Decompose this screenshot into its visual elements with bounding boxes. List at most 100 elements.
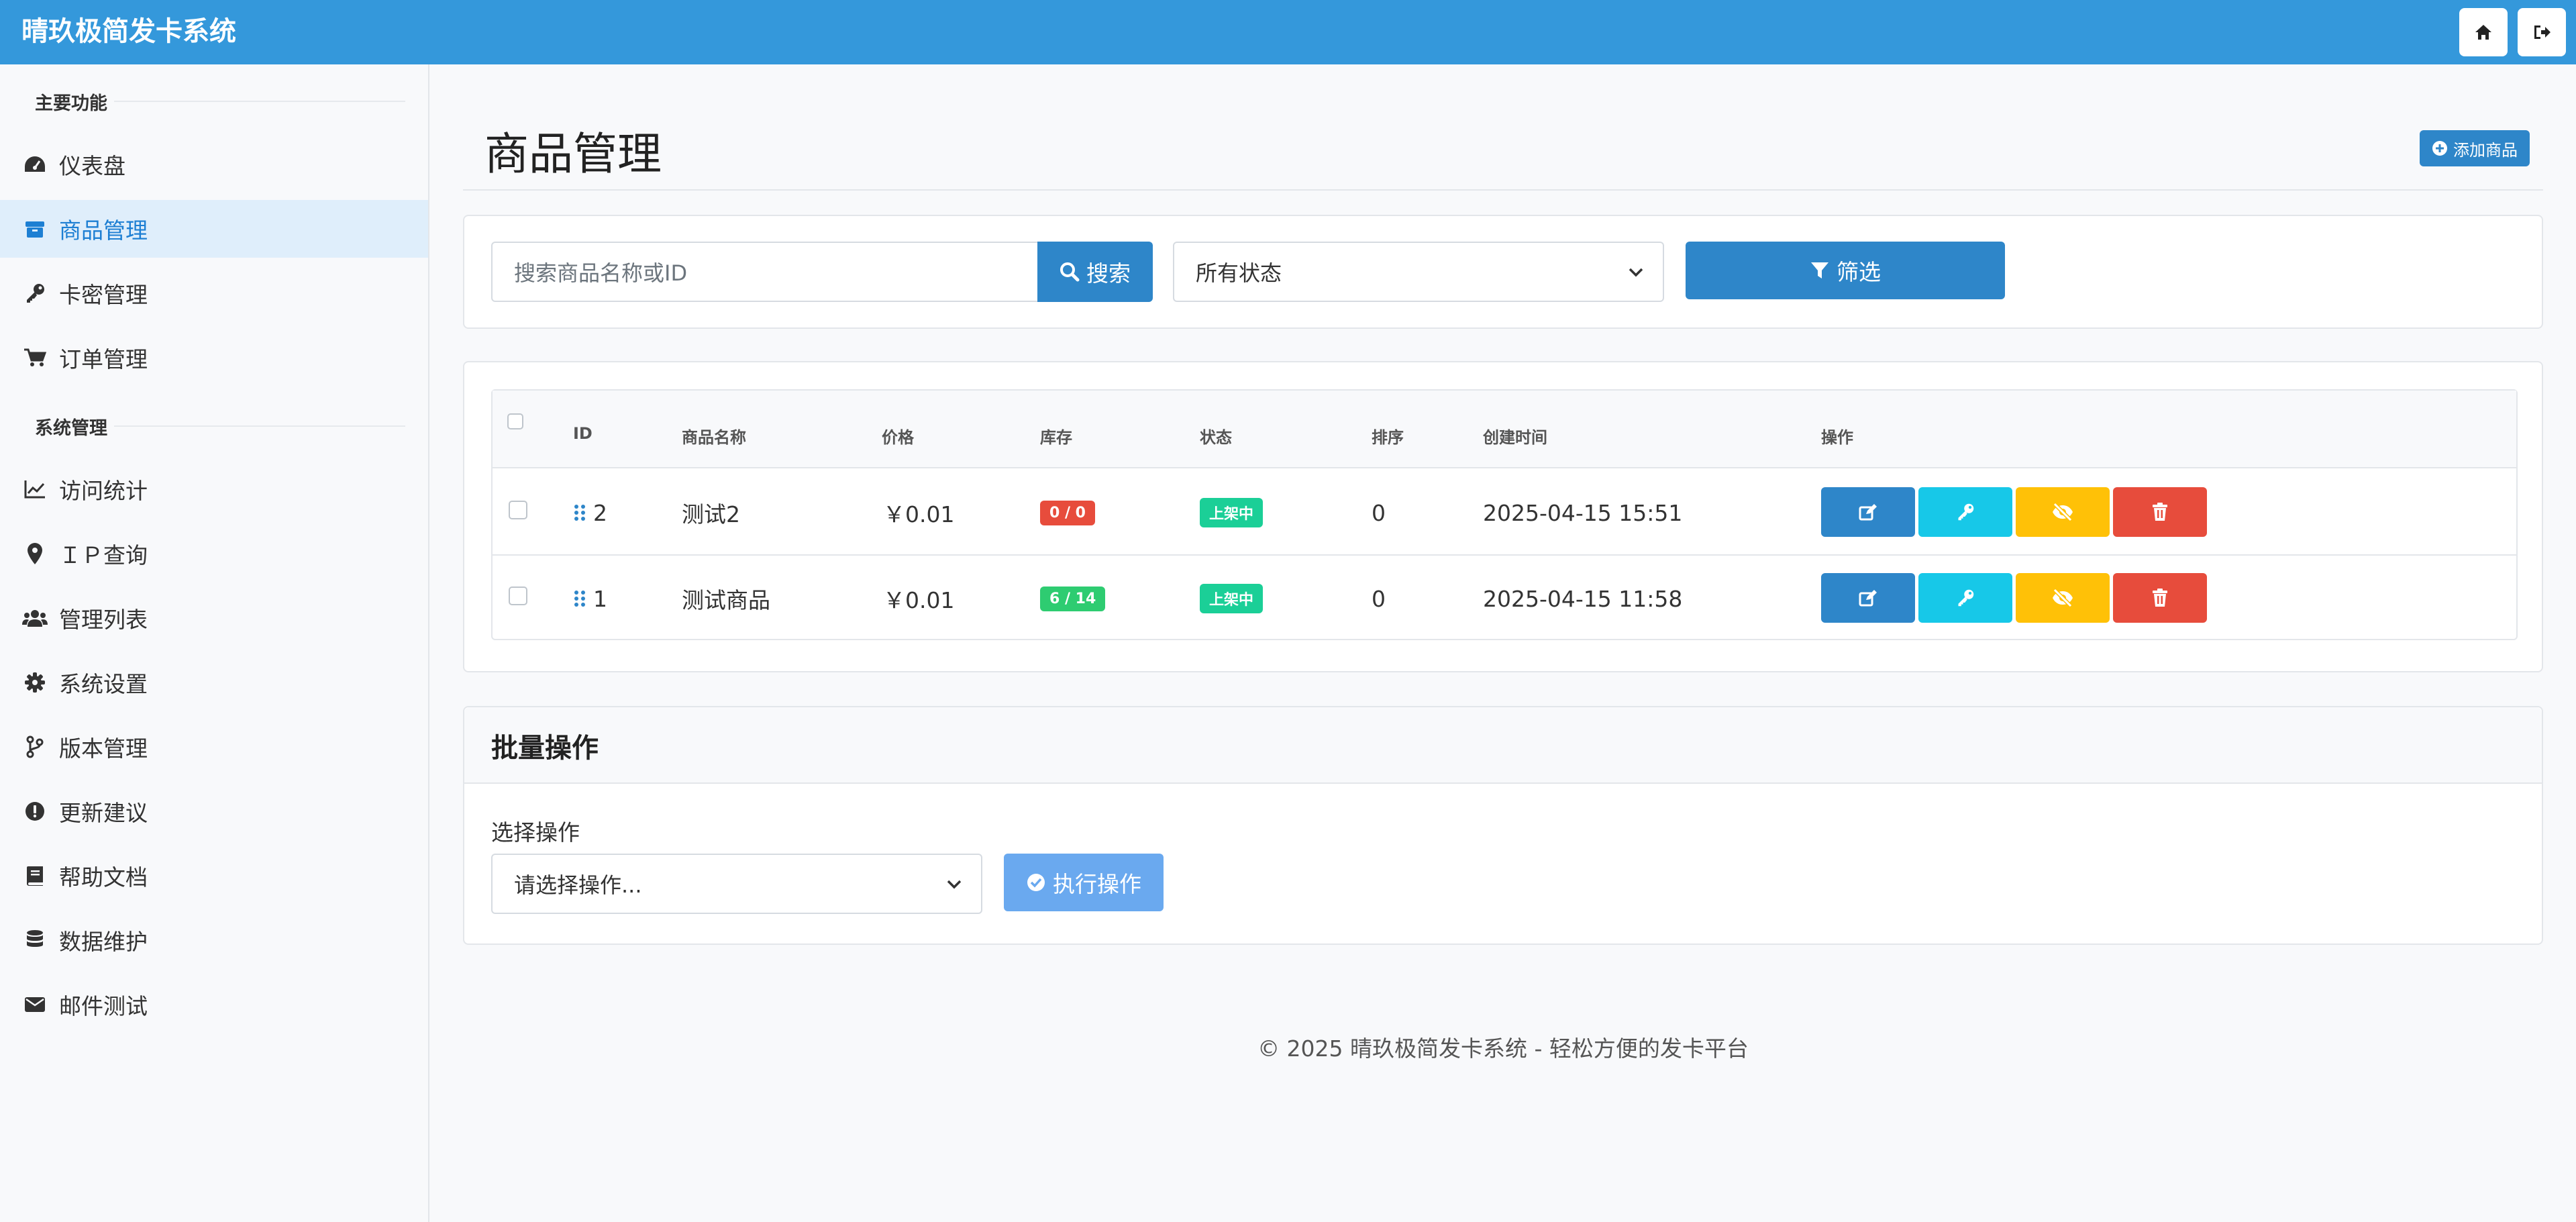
sidebar-item-label: 访问统计	[59, 478, 148, 504]
trash-icon	[2153, 503, 2167, 521]
app-title[interactable]: 晴玖极简发卡系统	[21, 15, 236, 48]
eye-slash-icon	[2053, 589, 2073, 607]
edit-icon	[1859, 504, 1877, 521]
logout-button[interactable]	[2518, 8, 2566, 56]
bulk-action-select-value: 请选择操作...	[514, 872, 642, 898]
edit-button[interactable]	[1821, 573, 1915, 623]
bulk-action-select[interactable]: 请选择操作...	[491, 854, 982, 914]
status-cell: 上架中	[1200, 470, 1264, 556]
edit-button[interactable]	[1821, 487, 1915, 537]
select-all-checkbox[interactable]	[507, 413, 523, 429]
column-header-created[interactable]: 创建时间	[1483, 424, 1547, 448]
sidebar-item-system-settings[interactable]: 系统设置	[0, 654, 428, 711]
sidebar-item-label: 系统设置	[59, 671, 148, 697]
search-input[interactable]: 搜索商品名称或ID	[491, 242, 1039, 302]
sidebar-item-products[interactable]: 商品管理	[0, 200, 428, 258]
divider	[464, 782, 2542, 784]
sidebar-item-orders[interactable]: 订单管理	[0, 329, 428, 387]
toggle-visibility-button[interactable]	[2016, 487, 2110, 537]
delete-button[interactable]	[2113, 487, 2207, 537]
row-checkbox[interactable]	[509, 501, 527, 519]
products-table: ID 商品名称 价格 库存 状态 排序 创建时间 操作 2 测试2 ￥0.01	[491, 389, 2518, 640]
table-row: 1 测试商品 ￥0.01 6 / 14 上架中 0 2025-04-15 11:…	[493, 556, 2516, 642]
sidebar-item-visit-stats[interactable]: 访问统计	[0, 460, 428, 518]
execute-button[interactable]: 执行操作	[1004, 854, 1164, 911]
sidebar-item-label: 邮件测试	[59, 993, 148, 1019]
column-header-actions: 操作	[1821, 428, 1853, 447]
sidebar-section-title: 主要功能	[35, 93, 107, 114]
sidebar-item-card-keys[interactable]: 卡密管理	[0, 264, 428, 322]
sidebar-item-suggestions[interactable]: 更新建议	[0, 782, 428, 840]
sort-value: 0	[1372, 585, 1386, 612]
sidebar-item-data-maintenance[interactable]: 数据维护	[0, 911, 428, 969]
key-manage-button[interactable]	[1918, 487, 2012, 537]
id-cell: 1	[573, 556, 607, 642]
search-placeholder: 搜索商品名称或ID	[514, 260, 688, 286]
search-button[interactable]: 搜索	[1037, 242, 1153, 302]
sidebar-item-label: 商品管理	[59, 217, 148, 244]
sidebar-item-admin-list[interactable]: 管理列表	[0, 589, 428, 647]
column-header-id[interactable]: ID	[573, 424, 593, 443]
edit-icon	[1859, 590, 1877, 607]
check-circle-icon	[1027, 874, 1045, 891]
sidebar-item-label: 更新建议	[59, 800, 148, 826]
column-header-stock[interactable]: 库存	[1040, 424, 1072, 448]
column-header-name[interactable]: 商品名称	[682, 424, 746, 448]
stock-cell: 0 / 0	[1040, 470, 1095, 556]
bulk-action-label: 选择操作	[491, 819, 580, 846]
toggle-visibility-button[interactable]	[2016, 573, 2110, 623]
column-header-price[interactable]: 价格	[882, 424, 914, 448]
product-name: 测试商品	[682, 587, 770, 613]
drag-handle-icon[interactable]	[573, 589, 586, 608]
chart-line-icon	[21, 476, 48, 503]
sidebar-item-label: ＩＰ查询	[59, 542, 148, 568]
product-name: 测试2	[682, 501, 740, 527]
search-card: 搜索商品名称或ID 搜索 所有状态 筛选	[463, 215, 2543, 329]
product-price: ￥0.01	[883, 587, 955, 613]
sidebar-item-dashboard[interactable]: 仪表盘	[0, 136, 428, 193]
map-pin-icon	[21, 540, 48, 567]
add-product-button[interactable]: 添加商品	[2420, 130, 2530, 166]
row-checkbox[interactable]	[509, 587, 527, 605]
status-badge: 上架中	[1200, 584, 1264, 613]
bulk-title: 批量操作	[491, 733, 599, 764]
key-icon	[21, 280, 48, 307]
filter-button-label: 筛选	[1837, 259, 1881, 285]
book-icon	[21, 862, 48, 889]
trash-icon	[2153, 589, 2167, 607]
column-header-status[interactable]: 状态	[1200, 424, 1232, 448]
execute-button-label: 执行操作	[1053, 871, 1141, 897]
page-title: 商品管理	[484, 128, 662, 180]
home-button[interactable]	[2459, 8, 2508, 56]
sidebar-item-label: 仪表盘	[59, 153, 125, 179]
key-manage-button[interactable]	[1918, 573, 2012, 623]
sidebar-item-help-docs[interactable]: 帮助文档	[0, 847, 428, 905]
sidebar-item-label: 订单管理	[59, 346, 148, 372]
sidebar-item-ip-lookup[interactable]: ＩＰ查询	[0, 525, 428, 582]
products-table-card: ID 商品名称 价格 库存 状态 排序 创建时间 操作 2 测试2 ￥0.01	[463, 361, 2543, 672]
home-icon	[2475, 25, 2491, 40]
id-cell: 2	[573, 470, 607, 556]
bulk-actions-card: 批量操作 选择操作 请选择操作... 执行操作	[463, 706, 2543, 945]
divider	[114, 101, 405, 102]
status-cell: 上架中	[1200, 556, 1264, 642]
footer-text: © 2025 晴玖极简发卡系统 - 轻松方便的发卡平台	[1257, 1035, 1749, 1062]
chevron-down-icon	[947, 880, 962, 889]
sidebar-item-label: 卡密管理	[59, 282, 148, 308]
sidebar-item-version[interactable]: 版本管理	[0, 718, 428, 776]
add-product-label: 添加商品	[2453, 140, 2518, 160]
drag-handle-icon[interactable]	[573, 503, 586, 522]
divider	[114, 425, 405, 427]
delete-button[interactable]	[2113, 573, 2207, 623]
table-header: ID 商品名称 价格 库存 状态 排序 创建时间 操作	[493, 391, 2516, 468]
database-icon	[21, 927, 48, 954]
status-filter-select[interactable]: 所有状态	[1173, 242, 1664, 302]
filter-button[interactable]: 筛选	[1686, 242, 2005, 299]
divider	[463, 189, 2543, 191]
sidebar-item-label: 版本管理	[59, 735, 148, 762]
bulk-card-header	[464, 707, 2542, 782]
column-header-sort[interactable]: 排序	[1372, 424, 1404, 448]
sidebar-item-mail-test[interactable]: 邮件测试	[0, 976, 428, 1033]
users-icon	[21, 605, 48, 631]
sidebar-section-title: 系统管理	[35, 418, 107, 439]
